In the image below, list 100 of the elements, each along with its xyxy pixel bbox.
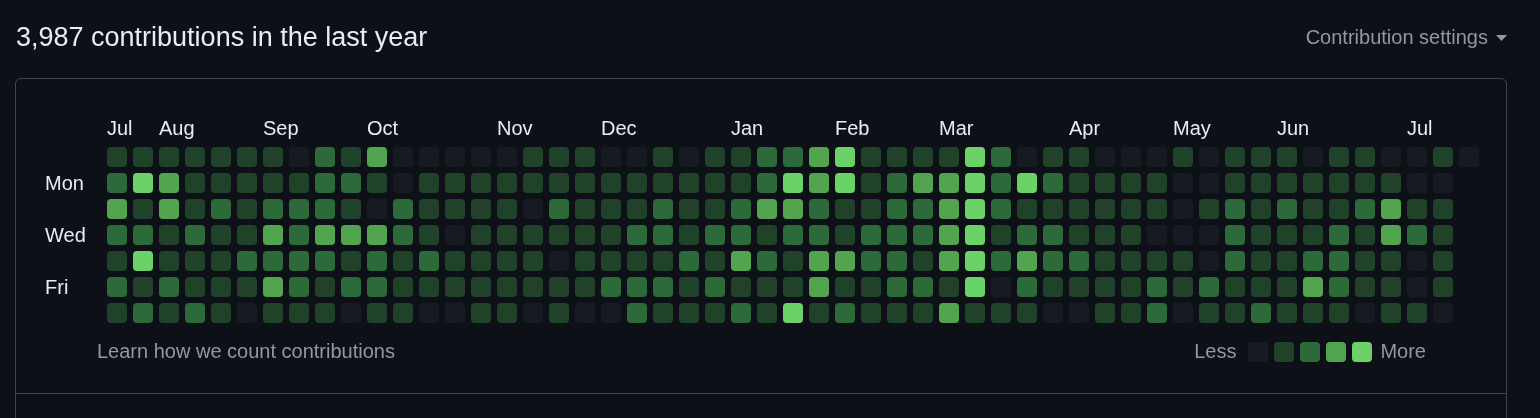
contribution-day-cell[interactable] bbox=[1355, 173, 1375, 193]
contribution-day-cell[interactable] bbox=[991, 251, 1011, 271]
contribution-day-cell[interactable] bbox=[211, 147, 231, 167]
contribution-day-cell[interactable] bbox=[965, 173, 985, 193]
contribution-day-cell[interactable] bbox=[601, 173, 621, 193]
contribution-day-cell[interactable] bbox=[809, 225, 829, 245]
contribution-day-cell[interactable] bbox=[1017, 199, 1037, 219]
contribution-day-cell[interactable] bbox=[107, 173, 127, 193]
contribution-day-cell[interactable] bbox=[1433, 225, 1453, 245]
contribution-day-cell[interactable] bbox=[315, 277, 335, 297]
contribution-day-cell[interactable] bbox=[601, 199, 621, 219]
contribution-day-cell[interactable] bbox=[107, 277, 127, 297]
contribution-day-cell[interactable] bbox=[1069, 277, 1089, 297]
contribution-day-cell[interactable] bbox=[861, 303, 881, 323]
contribution-day-cell[interactable] bbox=[913, 277, 933, 297]
contribution-day-cell[interactable] bbox=[627, 251, 647, 271]
contribution-day-cell[interactable] bbox=[133, 225, 153, 245]
contribution-day-cell[interactable] bbox=[991, 303, 1011, 323]
contribution-day-cell[interactable] bbox=[575, 147, 595, 167]
contribution-day-cell[interactable] bbox=[1433, 251, 1453, 271]
contribution-day-cell[interactable] bbox=[315, 303, 335, 323]
contribution-day-cell[interactable] bbox=[367, 147, 387, 167]
contribution-day-cell[interactable] bbox=[497, 173, 517, 193]
contribution-day-cell[interactable] bbox=[549, 225, 569, 245]
contribution-day-cell[interactable] bbox=[1225, 225, 1245, 245]
contribution-day-cell[interactable] bbox=[1017, 173, 1037, 193]
contribution-day-cell[interactable] bbox=[315, 147, 335, 167]
contribution-day-cell[interactable] bbox=[757, 147, 777, 167]
contribution-day-cell[interactable] bbox=[1225, 199, 1245, 219]
contribution-day-cell[interactable] bbox=[185, 225, 205, 245]
contribution-day-cell[interactable] bbox=[575, 199, 595, 219]
contribution-day-cell[interactable] bbox=[835, 251, 855, 271]
contribution-day-cell[interactable] bbox=[367, 251, 387, 271]
contribution-day-cell[interactable] bbox=[1329, 225, 1349, 245]
contribution-day-cell[interactable] bbox=[1095, 173, 1115, 193]
contribution-day-cell[interactable] bbox=[783, 277, 803, 297]
contribution-day-cell[interactable] bbox=[1043, 251, 1063, 271]
contribution-day-cell[interactable] bbox=[887, 225, 907, 245]
contribution-day-cell[interactable] bbox=[1329, 303, 1349, 323]
contribution-day-cell[interactable] bbox=[237, 199, 257, 219]
contribution-day-cell[interactable] bbox=[1225, 277, 1245, 297]
contribution-day-cell[interactable] bbox=[1147, 173, 1167, 193]
contribution-day-cell[interactable] bbox=[523, 251, 543, 271]
contribution-day-cell[interactable] bbox=[107, 225, 127, 245]
contribution-day-cell[interactable] bbox=[237, 277, 257, 297]
contribution-day-cell[interactable] bbox=[887, 173, 907, 193]
contribution-settings-dropdown[interactable]: Contribution settings bbox=[1305, 26, 1507, 49]
contribution-day-cell[interactable] bbox=[653, 147, 673, 167]
contribution-day-cell[interactable] bbox=[913, 147, 933, 167]
contribution-day-cell[interactable] bbox=[1069, 147, 1089, 167]
contribution-day-cell[interactable] bbox=[1277, 147, 1297, 167]
contribution-day-cell[interactable] bbox=[939, 303, 959, 323]
contribution-day-cell[interactable] bbox=[445, 199, 465, 219]
contribution-day-cell[interactable] bbox=[419, 251, 439, 271]
contribution-day-cell[interactable] bbox=[315, 173, 335, 193]
contribution-day-cell[interactable] bbox=[809, 173, 829, 193]
contribution-day-cell[interactable] bbox=[1173, 277, 1193, 297]
contribution-day-cell[interactable] bbox=[315, 251, 335, 271]
contribution-day-cell[interactable] bbox=[159, 199, 179, 219]
contribution-day-cell[interactable] bbox=[1199, 303, 1219, 323]
contribution-day-cell[interactable] bbox=[835, 147, 855, 167]
contribution-day-cell[interactable] bbox=[887, 147, 907, 167]
contribution-day-cell[interactable] bbox=[809, 199, 829, 219]
contribution-day-cell[interactable] bbox=[1381, 277, 1401, 297]
contribution-day-cell[interactable] bbox=[1199, 199, 1219, 219]
contribution-day-cell[interactable] bbox=[497, 199, 517, 219]
contribution-day-cell[interactable] bbox=[263, 199, 283, 219]
contribution-day-cell[interactable] bbox=[757, 277, 777, 297]
contribution-day-cell[interactable] bbox=[887, 303, 907, 323]
contribution-day-cell[interactable] bbox=[523, 277, 543, 297]
contribution-day-cell[interactable] bbox=[289, 199, 309, 219]
contribution-day-cell[interactable] bbox=[1173, 251, 1193, 271]
contribution-day-cell[interactable] bbox=[1095, 303, 1115, 323]
contribution-day-cell[interactable] bbox=[237, 173, 257, 193]
contribution-day-cell[interactable] bbox=[1225, 173, 1245, 193]
contribution-day-cell[interactable] bbox=[1303, 173, 1323, 193]
contribution-day-cell[interactable] bbox=[107, 147, 127, 167]
contribution-day-cell[interactable] bbox=[1017, 303, 1037, 323]
contribution-day-cell[interactable] bbox=[1121, 199, 1141, 219]
contribution-day-cell[interactable] bbox=[341, 173, 361, 193]
contribution-day-cell[interactable] bbox=[1355, 147, 1375, 167]
contribution-day-cell[interactable] bbox=[1355, 277, 1375, 297]
contribution-day-cell[interactable] bbox=[913, 173, 933, 193]
contribution-day-cell[interactable] bbox=[445, 277, 465, 297]
contribution-day-cell[interactable] bbox=[497, 277, 517, 297]
contribution-day-cell[interactable] bbox=[991, 225, 1011, 245]
contribution-day-cell[interactable] bbox=[185, 147, 205, 167]
contribution-day-cell[interactable] bbox=[705, 225, 725, 245]
contribution-day-cell[interactable] bbox=[107, 251, 127, 271]
contribution-day-cell[interactable] bbox=[471, 303, 491, 323]
contribution-day-cell[interactable] bbox=[1381, 251, 1401, 271]
contribution-day-cell[interactable] bbox=[913, 251, 933, 271]
contribution-day-cell[interactable] bbox=[1303, 277, 1323, 297]
contribution-day-cell[interactable] bbox=[1095, 251, 1115, 271]
contribution-day-cell[interactable] bbox=[757, 251, 777, 271]
contribution-day-cell[interactable] bbox=[1277, 173, 1297, 193]
contribution-day-cell[interactable] bbox=[679, 173, 699, 193]
contribution-day-cell[interactable] bbox=[757, 173, 777, 193]
contribution-day-cell[interactable] bbox=[341, 147, 361, 167]
contribution-day-cell[interactable] bbox=[1173, 147, 1193, 167]
